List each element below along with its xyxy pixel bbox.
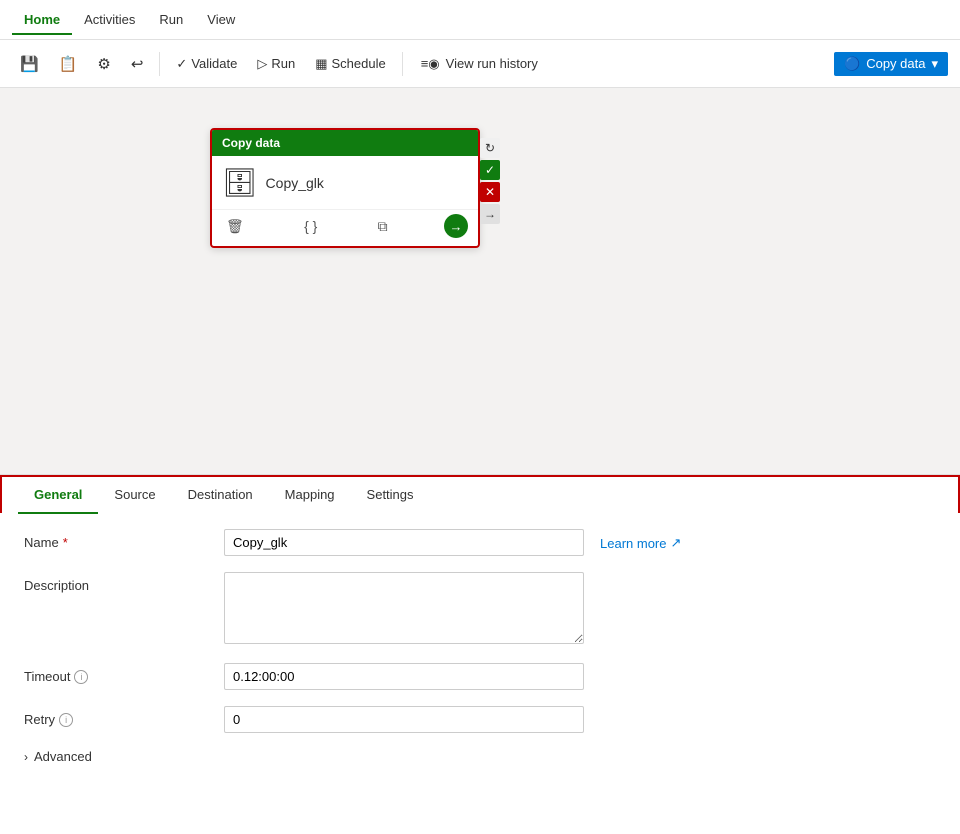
timeout-input[interactable] bbox=[224, 663, 584, 690]
settings-button[interactable]: ⚙ bbox=[89, 51, 118, 77]
copy-data-button[interactable]: 🔵 Copy data ▾ bbox=[834, 52, 948, 76]
advanced-section[interactable]: › Advanced bbox=[24, 749, 936, 764]
learn-more-link[interactable]: Learn more ↗ bbox=[600, 529, 681, 551]
view-run-history-icon: ≡◉ bbox=[421, 56, 440, 72]
tab-source[interactable]: Source bbox=[98, 477, 171, 514]
undo-icon: ↩ bbox=[131, 55, 144, 73]
form-area: Name Learn more ↗ Description Timeout i bbox=[0, 513, 960, 834]
schedule-label: Schedule bbox=[331, 56, 385, 71]
node-arrow-icon[interactable]: → bbox=[480, 204, 500, 224]
advanced-chevron-icon: › bbox=[24, 750, 28, 764]
name-label: Name bbox=[24, 529, 224, 550]
copy-icon[interactable]: ⧉ bbox=[374, 216, 392, 237]
activity-node-name: Copy_glk bbox=[266, 175, 324, 191]
tab-settings[interactable]: Settings bbox=[351, 477, 430, 514]
run-label: Run bbox=[271, 56, 295, 71]
activity-node-body: 🗄 Copy_glk bbox=[212, 156, 478, 209]
validate-checkmark-icon: ✓ bbox=[176, 56, 187, 72]
portal-icon: 📋 bbox=[59, 55, 78, 73]
timeout-row: Timeout i bbox=[24, 663, 936, 690]
database-icon: 🗄 bbox=[222, 166, 258, 199]
timeout-input-container bbox=[224, 663, 584, 690]
retry-label: Retry i bbox=[24, 706, 224, 727]
menu-item-home[interactable]: Home bbox=[12, 4, 72, 35]
toolbar-divider-1 bbox=[159, 52, 160, 76]
menu-item-activities[interactable]: Activities bbox=[72, 4, 147, 35]
description-input[interactable] bbox=[224, 572, 584, 644]
retry-input-container bbox=[224, 706, 584, 733]
menu-bar: Home Activities Run View bbox=[0, 0, 960, 40]
portal-button[interactable]: 📋 bbox=[51, 51, 86, 77]
node-check-icon[interactable]: ✓ bbox=[480, 160, 500, 180]
activity-node-actions: 🗑 { } ⧉ → bbox=[212, 209, 478, 246]
schedule-icon: ▦ bbox=[315, 56, 327, 72]
activity-node-title: Copy data bbox=[222, 136, 280, 150]
copy-data-dropdown-icon: ▾ bbox=[931, 56, 938, 72]
tab-mapping[interactable]: Mapping bbox=[269, 477, 351, 514]
activity-node[interactable]: Copy data 🗄 Copy_glk 🗑 { } ⧉ → ↻ ✓ ✕ → bbox=[210, 128, 480, 248]
node-side-icons: ↻ ✓ ✕ → bbox=[480, 138, 500, 224]
name-input[interactable] bbox=[224, 529, 584, 556]
learn-more-icon: ↗ bbox=[670, 535, 681, 551]
advanced-label: Advanced bbox=[34, 749, 92, 764]
copy-data-label: Copy data bbox=[866, 56, 925, 71]
tab-bar: General Source Destination Mapping Setti… bbox=[0, 475, 960, 513]
canvas[interactable]: Copy data 🗄 Copy_glk 🗑 { } ⧉ → ↻ ✓ ✕ → bbox=[0, 88, 960, 474]
node-refresh-icon[interactable]: ↻ bbox=[480, 138, 500, 158]
timeout-label: Timeout i bbox=[24, 663, 224, 684]
schedule-button[interactable]: ▦ Schedule bbox=[307, 52, 394, 76]
save-icon: 💾 bbox=[20, 55, 39, 73]
settings-icon: ⚙ bbox=[97, 55, 110, 73]
menu-item-run[interactable]: Run bbox=[147, 4, 195, 35]
tab-destination[interactable]: Destination bbox=[172, 477, 269, 514]
delete-icon[interactable]: 🗑 bbox=[222, 216, 248, 237]
description-label: Description bbox=[24, 572, 224, 593]
menu-item-view[interactable]: View bbox=[195, 4, 247, 35]
node-close-icon[interactable]: ✕ bbox=[480, 182, 500, 202]
description-row: Description bbox=[24, 572, 936, 647]
validate-label: Validate bbox=[191, 56, 237, 71]
retry-row: Retry i bbox=[24, 706, 936, 733]
name-row: Name Learn more ↗ bbox=[24, 529, 936, 556]
run-play-icon: ▷ bbox=[257, 56, 267, 72]
learn-more-label: Learn more bbox=[600, 536, 666, 551]
action-arrow-button[interactable]: → bbox=[444, 214, 468, 238]
save-button[interactable]: 💾 bbox=[12, 51, 47, 77]
view-run-history-label: View run history bbox=[446, 56, 538, 71]
activity-node-header: Copy data bbox=[212, 130, 478, 156]
code-icon[interactable]: { } bbox=[300, 216, 321, 236]
description-input-container bbox=[224, 572, 584, 647]
view-run-history-button[interactable]: ≡◉ View run history bbox=[411, 52, 548, 76]
undo-button[interactable]: ↩ bbox=[123, 51, 152, 77]
retry-info-icon[interactable]: i bbox=[59, 713, 73, 727]
toolbar-divider-2 bbox=[402, 52, 403, 76]
run-button[interactable]: ▷ Run bbox=[249, 52, 303, 76]
bottom-panel: General Source Destination Mapping Setti… bbox=[0, 474, 960, 834]
tab-general[interactable]: General bbox=[18, 477, 98, 514]
retry-input[interactable] bbox=[224, 706, 584, 733]
toolbar: 💾 📋 ⚙ ↩ ✓ Validate ▷ Run ▦ Schedule ≡◉ V… bbox=[0, 40, 960, 88]
timeout-info-icon[interactable]: i bbox=[74, 670, 88, 684]
validate-button[interactable]: ✓ Validate bbox=[168, 52, 245, 76]
copy-data-icon: 🔵 bbox=[844, 56, 860, 72]
name-input-container bbox=[224, 529, 584, 556]
